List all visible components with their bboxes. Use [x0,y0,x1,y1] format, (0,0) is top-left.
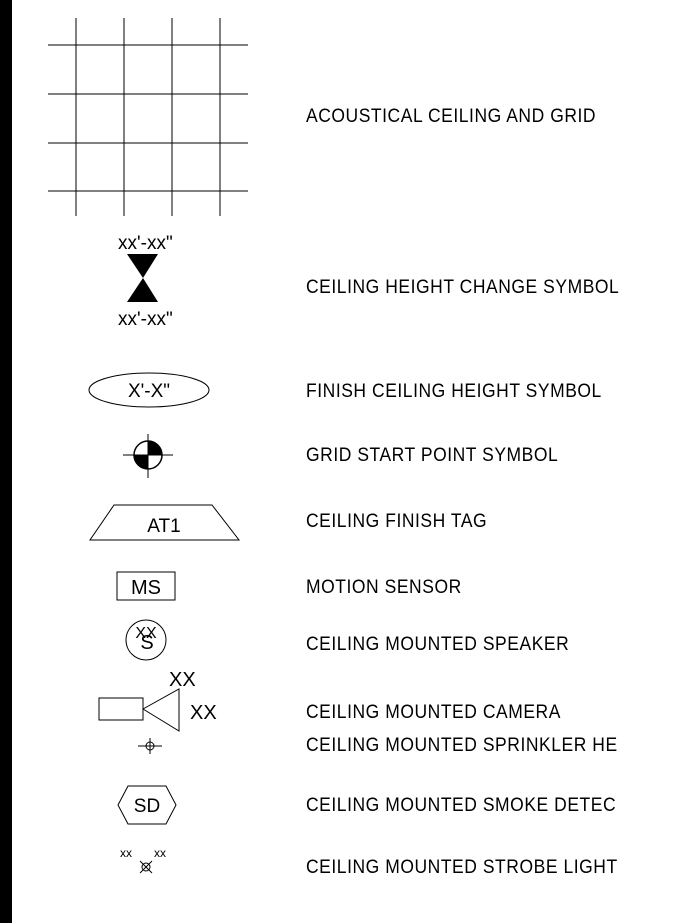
strobe-right-text: xx [154,846,166,860]
legend-label-motion: MOTION SENSOR [306,577,462,598]
grid-icon [48,18,248,216]
legend-label-grid-start: GRID START POINT SYMBOL [306,445,559,466]
camera-top-text: XX [169,669,196,691]
strobe-left-text: xx [120,846,132,860]
legend-label-finish-height: FINISH CEILING HEIGHT SYMBOL [306,381,602,402]
speaker-xx-text: XX [135,625,157,642]
legend-label-sprinkler: CEILING MOUNTED SPRINKLER HE [306,735,618,756]
legend-label-smoke: CEILING MOUNTED SMOKE DETEC [306,795,617,816]
speaker-icon: S XX [125,619,167,661]
legend-label-strobe: CEILING MOUNTED STROBE LIGHT [306,857,618,878]
legend-label-height-change: CEILING HEIGHT CHANGE SYMBOL [306,277,620,298]
legend-label-finish-tag: CEILING FINISH TAG [306,511,488,532]
legend-label-acoustical: ACOUSTICAL CEILING AND GRID [306,106,597,127]
hourglass-icon: xx'-xx" xx'-xx" [118,233,173,330]
motion-sensor-text: MS [131,577,161,599]
camera-right-text: XX [190,702,217,724]
left-edge-bar [0,0,12,923]
finish-tag-text: AT1 [147,516,180,537]
sprinkler-icon [138,738,162,754]
strobe-icon: xx xx [120,846,166,874]
ellipse-icon: X'-X" [88,372,210,408]
height-change-top-text: xx'-xx" [118,233,173,254]
height-change-bottom-text: xx'-xx" [118,309,173,330]
smoke-detector-icon: SD [117,785,177,825]
legend-label-speaker: CEILING MOUNTED SPEAKER [306,634,570,655]
legend-label-camera: CEILING MOUNTED CAMERA [306,702,561,723]
finish-height-text: X'-X" [128,381,170,402]
smoke-detector-text: SD [134,796,160,817]
grid-start-icon [123,434,173,478]
trapezoid-icon: AT1 [89,504,241,541]
camera-icon: XX XX [98,669,217,732]
motion-sensor-icon: MS [116,571,176,601]
